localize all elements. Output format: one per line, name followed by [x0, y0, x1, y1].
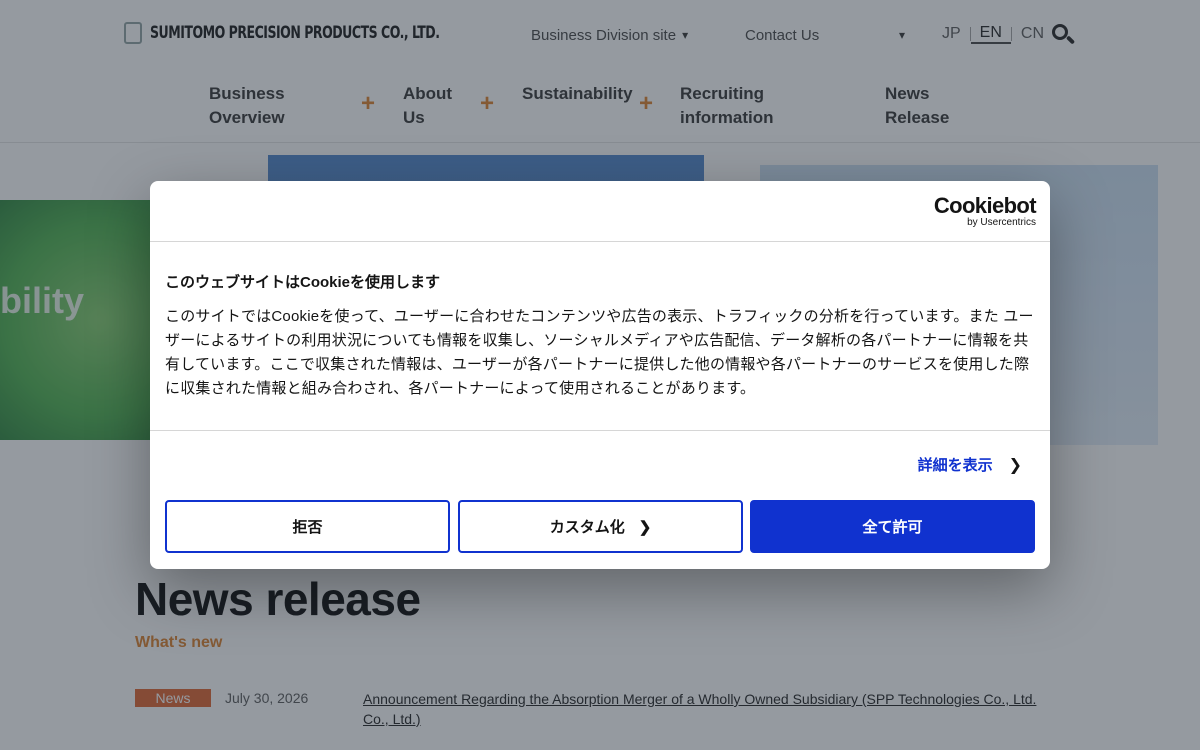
allow-all-button-label: 全て許可 — [862, 519, 923, 536]
show-details-label: 詳細を表示 — [917, 457, 993, 474]
customize-button-label: カスタム化 — [549, 519, 625, 536]
dialog-divider — [150, 430, 1050, 431]
customize-button[interactable]: カスタム化 ❯ — [458, 500, 743, 553]
dialog-header: Cookiebot by Usercentrics — [150, 181, 1050, 242]
cookiebot-brand-sub: by Usercentrics — [967, 217, 1036, 228]
allow-all-button[interactable]: 全て許可 — [750, 500, 1035, 553]
dialog-body: このウェブサイトはCookieを使用します このサイトではCookieを使って、… — [165, 273, 1035, 401]
chevron-right-icon: ❯ — [1008, 456, 1022, 474]
deny-button-label: 拒否 — [292, 519, 323, 536]
cookiebot-logo: Cookiebot by Usercentrics — [933, 193, 1037, 229]
cookiebot-brand: Cookiebot — [933, 193, 1037, 218]
dialog-title: このウェブサイトはCookieを使用します — [165, 274, 441, 291]
deny-button[interactable]: 拒否 — [165, 500, 450, 553]
cookie-consent-dialog: Cookiebot by Usercentrics このウェブサイトはCooki… — [150, 181, 1050, 569]
chevron-right-icon: ❯ — [638, 518, 652, 536]
dialog-description: このサイトではCookieを使って、ユーザーに合わせたコンテンツや広告の表示、ト… — [165, 308, 1034, 397]
show-details-link[interactable]: 詳細を表示 ❯ — [918, 454, 1022, 475]
